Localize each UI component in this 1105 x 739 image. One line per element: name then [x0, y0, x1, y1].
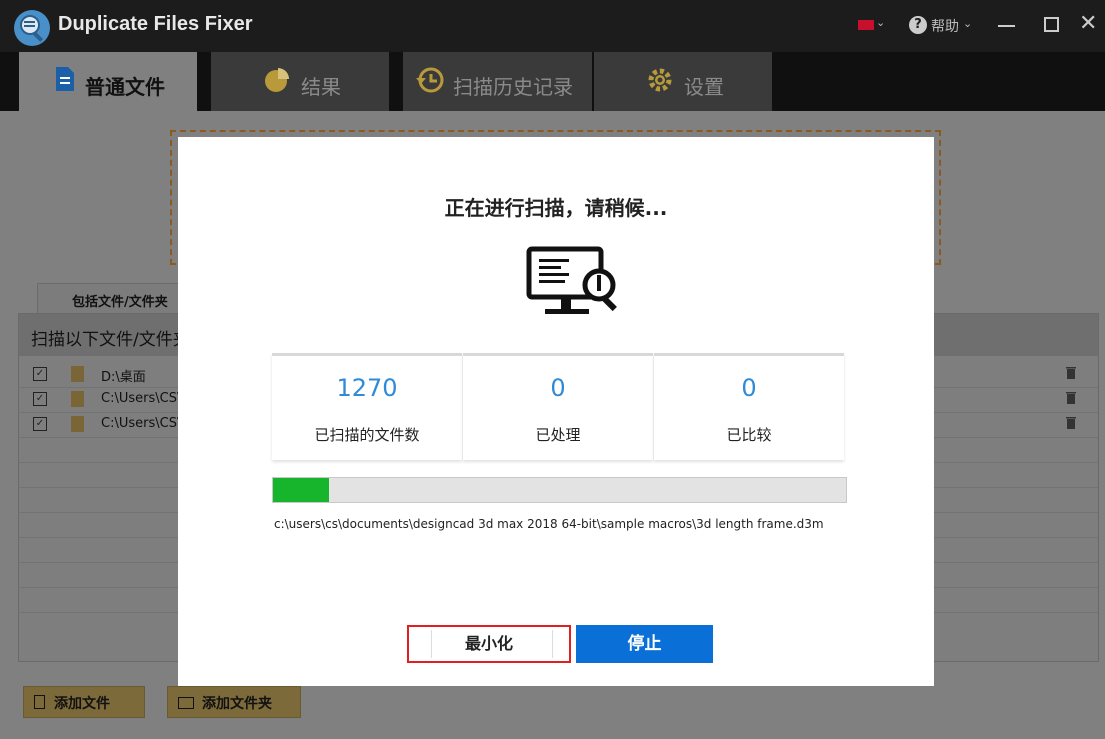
- stat-processed: 0 已处理: [463, 353, 653, 460]
- help-menu[interactable]: 帮助: [931, 16, 959, 36]
- chevron-down-icon[interactable]: ⌄: [963, 17, 972, 30]
- close-window-button[interactable]: ✕: [1079, 10, 1097, 38]
- minimize-button[interactable]: 最小化: [407, 625, 571, 663]
- stat-label: 已扫描的文件数: [314, 426, 420, 444]
- trash-icon[interactable]: [1066, 391, 1076, 404]
- tab-label: 普通文件: [85, 75, 165, 99]
- folder-icon: [71, 391, 84, 407]
- tab-settings[interactable]: 设置: [594, 52, 772, 111]
- gear-icon: [648, 68, 672, 92]
- tab-normal-files[interactable]: 普通文件: [19, 52, 197, 111]
- progress-fill: [273, 478, 329, 502]
- current-file-path: c:\users\cs\documents\designcad 3d max 2…: [274, 517, 824, 531]
- maximize-window-button[interactable]: [1044, 17, 1059, 32]
- checkbox[interactable]: ✓: [33, 417, 47, 431]
- stop-button[interactable]: 停止: [576, 625, 713, 663]
- tab-label: 设置: [684, 75, 724, 99]
- folder-icon: [178, 697, 194, 709]
- stat-value: 0: [741, 374, 757, 402]
- chevron-down-icon[interactable]: ⌄: [876, 16, 885, 29]
- language-flag-icon[interactable]: [858, 20, 874, 30]
- stat-compared: 0 已比较: [654, 353, 844, 460]
- trash-icon[interactable]: [1066, 416, 1076, 429]
- add-file-button[interactable]: 添加文件: [23, 686, 145, 718]
- minimize-window-button[interactable]: [998, 25, 1015, 27]
- dialog-title: 正在进行扫描，请稍候...: [444, 196, 668, 220]
- main-tabs: 普通文件 结果 扫描历史记录 设置: [0, 52, 1105, 111]
- stat-value: 1270: [336, 374, 398, 402]
- history-icon: [416, 67, 444, 93]
- pie-chart-icon: [265, 68, 289, 92]
- tab-label: 结果: [301, 75, 341, 99]
- title-bar: Duplicate Files Fixer ⌄ ? 帮助 ⌄ ✕: [0, 0, 1105, 52]
- add-folder-button[interactable]: 添加文件夹: [167, 686, 301, 718]
- app-logo-icon: [14, 10, 50, 46]
- folder-path: D:\桌面: [101, 370, 146, 385]
- scan-progress-dialog: 正在进行扫描，请稍候... 1270 已扫描的文件数 0 已处理 0 已比较 c…: [178, 137, 934, 686]
- folder-path: C:\Users\CS\: [101, 416, 182, 431]
- scan-monitor-icon: [526, 246, 617, 314]
- stat-value: 0: [550, 374, 566, 402]
- help-icon[interactable]: ?: [909, 16, 927, 34]
- trash-icon[interactable]: [1066, 366, 1076, 379]
- app-title: Duplicate Files Fixer: [58, 13, 253, 35]
- file-icon: [56, 67, 74, 91]
- stat-label: 已比较: [726, 426, 772, 444]
- stat-scanned-files: 1270 已扫描的文件数: [272, 353, 462, 460]
- scan-progress-bar: [272, 477, 847, 503]
- folder-icon: [71, 416, 84, 432]
- checkbox[interactable]: ✓: [33, 367, 47, 381]
- checkbox[interactable]: ✓: [33, 392, 47, 406]
- folder-path: C:\Users\CS\: [101, 391, 182, 406]
- tab-scan-history[interactable]: 扫描历史记录: [403, 52, 592, 111]
- scan-stats: 1270 已扫描的文件数 0 已处理 0 已比较: [272, 353, 846, 460]
- file-icon: [34, 695, 45, 709]
- tab-results[interactable]: 结果: [211, 52, 389, 111]
- folder-icon: [71, 366, 84, 382]
- tab-label: 扫描历史记录: [453, 75, 573, 99]
- stat-label: 已处理: [535, 426, 581, 444]
